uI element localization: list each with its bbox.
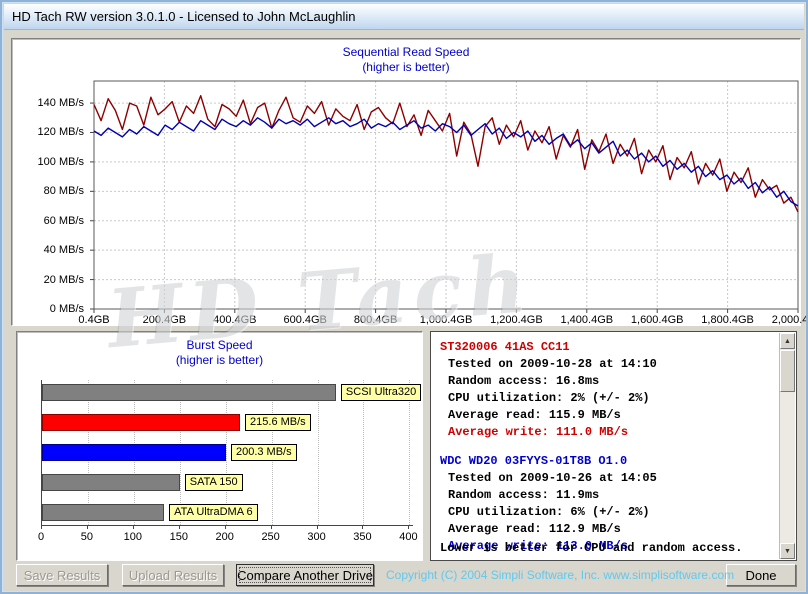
done-button[interactable]: Done (726, 564, 796, 586)
burst-bar-label: SATA 150 (184, 474, 243, 491)
axis-tick (132, 526, 134, 529)
burst-axis-label: 50 (80, 531, 94, 543)
copyright-text: Copyright (C) 2004 Simpli Software, Inc.… (386, 568, 735, 582)
burst-bar-label: ATA UltraDMA 6 (169, 504, 258, 521)
x-axis-label: 800.4GB (353, 314, 398, 326)
title-bar[interactable]: HD Tach RW version 3.0.1.0 - Licensed to… (4, 4, 804, 30)
burst-bar (42, 474, 180, 491)
x-axis-label: 1,000.4GB (419, 314, 473, 326)
x-axis-label: 200.4GB (142, 314, 187, 326)
burst-chart-subtitle: (higher is better) (175, 353, 264, 367)
axis-tick (178, 526, 180, 529)
x-axis-label: 1,200.4GB (490, 314, 543, 326)
gridline (409, 380, 411, 525)
app-window: HD Tach RW version 3.0.1.0 - Licensed to… (0, 0, 808, 594)
sequential-read-panel: Sequential Read Speed (higher is better)… (11, 38, 806, 328)
save-results-button[interactable]: Save Results (16, 564, 108, 586)
y-axis-label: 140 MB/s (37, 97, 84, 110)
axis-tick (316, 526, 318, 529)
burst-axis-label: 300 (307, 531, 326, 543)
burst-chart-plot: SCSI Ultra320 215.6 MB/s 200.3 MB/s SATA 15… (41, 380, 422, 526)
scrollbar-up-icon[interactable]: ▲ (780, 333, 795, 349)
burst-bar (42, 384, 336, 401)
burst-bar-label: 200.3 MB/s (230, 444, 297, 461)
gridline (317, 380, 319, 525)
results-footnote: Lower is better for CPU and random acces… (440, 541, 743, 555)
compare-another-drive-button[interactable]: Compare Another Drive (236, 564, 374, 586)
x-axis-label: 1,800.4GB (701, 314, 754, 326)
drive-detail-line: CPU utilization: 2% (+/- 2%) (448, 391, 650, 405)
results-panel: ST320006 41AS CC11 Tested on 2009-10-28 a… (430, 331, 797, 561)
drive-name: WDC WD20 03FYYS-01T8B O1.0 (440, 454, 628, 468)
drive-detail-line: Tested on 2009-10-26 at 14:05 (448, 471, 657, 485)
burst-x-labels: 0 50 100 150 200 250 300 350 400 (38, 531, 418, 544)
axis-tick (41, 526, 42, 529)
sequential-chart-svg (90, 80, 799, 313)
x-axis-label: 0.4GB (78, 314, 110, 326)
axis-tick (408, 526, 410, 529)
drive-name: ST320006 41AS CC11 (440, 340, 570, 354)
burst-chart-title: Burst Speed (186, 338, 253, 352)
drive-detail-line: Average read: 115.9 MB/s (448, 408, 621, 422)
drive-detail-line: CPU utilization: 6% (+/- 2%) (448, 505, 650, 519)
sequential-chart-title: Sequential Read Speed (342, 45, 470, 59)
y-axis-label: 20 MB/s (43, 273, 84, 286)
burst-axis-label: 0 (37, 531, 45, 543)
x-axis-label: 2,000.4GB (771, 314, 808, 326)
results-scrollbar[interactable]: ▲ ▼ (779, 333, 795, 559)
y-axis-label: 60 MB/s (43, 214, 84, 227)
y-axis-label: 40 MB/s (43, 244, 84, 257)
burst-speed-panel: Burst Speed (higher is better) SCSI Ultr… (16, 331, 423, 561)
y-axis-label: 80 MB/s (43, 185, 84, 198)
drive-write-line: Average write: 111.0 MB/s (448, 425, 629, 439)
sequential-chart-subtitle: (higher is better) (362, 60, 450, 74)
burst-axis-label: 250 (261, 531, 280, 543)
burst-bar-label: SCSI Ultra320 (340, 384, 422, 401)
burst-axis-label: 200 (215, 531, 234, 543)
drive-detail-line: Tested on 2009-10-28 at 14:10 (448, 357, 657, 371)
gridline (363, 380, 365, 525)
drive-detail-line: Average read: 112.9 MB/s (448, 522, 621, 536)
sequential-chart-plot (90, 80, 799, 313)
burst-axis-label: 100 (123, 531, 143, 543)
burst-bar (42, 504, 165, 521)
drive-result-block: ST320006 41AS CC11 Tested on 2009-10-28 a… (440, 339, 774, 441)
scrollbar-down-icon[interactable]: ▼ (780, 543, 795, 559)
seq-x-labels: 0.4GB 200.4GB 400.4GB 600.4GB 800.4GB 1,000.4… (78, 314, 806, 328)
seq-y-labels: 0 MB/s 20 MB/s 40 MB/s 60 MB/s 80 MB/s 100 MB… (12, 81, 88, 315)
scrollbar-thumb[interactable] (780, 350, 795, 392)
drive-detail-line: Random access: 16.8ms (448, 374, 600, 388)
drive-result-block: WDC WD20 03FYYS-01T8B O1.0 Tested on 2009… (440, 453, 774, 555)
burst-axis-label: 400 (399, 531, 418, 543)
axis-tick (270, 526, 272, 529)
axis-tick (86, 526, 88, 529)
window-title: HD Tach RW version 3.0.1.0 - Licensed to… (12, 9, 356, 24)
burst-bar (42, 414, 241, 431)
x-axis-label: 400.4GB (213, 314, 257, 326)
x-axis-label: 1,400.4GB (560, 314, 614, 326)
y-axis-label: 120 MB/s (37, 126, 84, 139)
x-axis-label: 600.4GB (283, 314, 327, 326)
results-content: ST320006 41AS CC11 Tested on 2009-10-28 a… (440, 339, 774, 555)
y-axis-label: 100 MB/s (37, 155, 84, 168)
axis-tick (362, 526, 364, 529)
drive-detail-line: Random access: 11.9ms (448, 488, 600, 502)
upload-results-button[interactable]: Upload Results (122, 564, 224, 586)
burst-axis-label: 350 (353, 531, 372, 543)
burst-axis-label: 150 (169, 531, 188, 543)
burst-bar (42, 444, 226, 461)
burst-bar-label: 215.6 MB/s (245, 414, 311, 431)
x-axis-label: 1,600.4GB (630, 314, 684, 326)
axis-tick (224, 526, 226, 529)
